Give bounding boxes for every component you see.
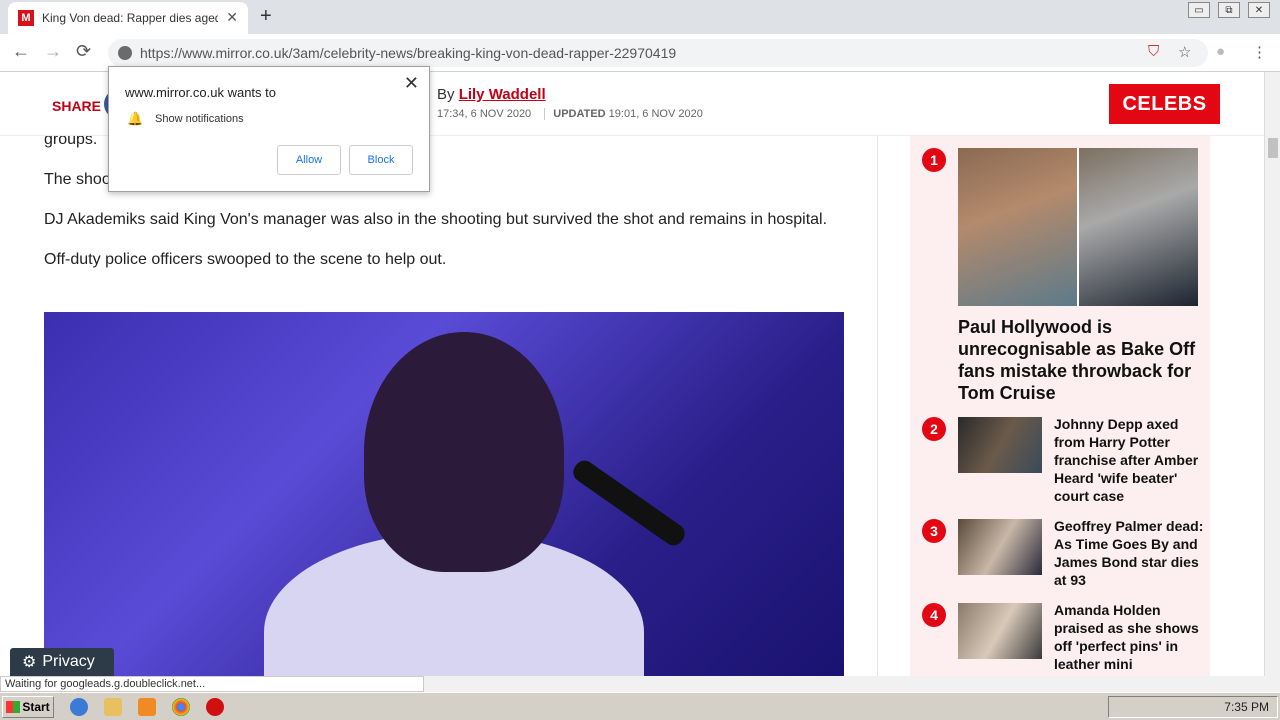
system-tray: 7:35 PM	[1108, 696, 1278, 718]
trending-image[interactable]	[958, 148, 1198, 306]
rank-badge: 2	[922, 417, 946, 441]
new-tab-icon[interactable]: +	[260, 5, 272, 28]
media-player-icon[interactable]	[138, 698, 156, 716]
by-label: By	[437, 86, 455, 103]
trending-thumb[interactable]	[958, 417, 1042, 473]
privacy-label: Privacy	[42, 653, 95, 670]
share-label: SHARE	[52, 98, 102, 114]
close-icon[interactable]: ✕	[404, 73, 419, 94]
menu-icon[interactable]: ⋮	[1252, 43, 1267, 61]
trending-item[interactable]: Johnny Depp axed from Harry Potter franc…	[958, 416, 1208, 504]
tab-strip: M King Von dead: Rapper dies aged 26 ✕ +…	[0, 0, 1280, 34]
article-paragraph: Off-duty police officers swooped to the …	[44, 251, 447, 268]
start-label: Start	[22, 700, 50, 714]
windows-logo-icon	[6, 701, 21, 713]
gear-icon: ⚙	[22, 654, 37, 671]
url-prefix: https://www.mirror.co.uk	[140, 45, 289, 61]
url-path: /3am/celebrity-news/breaking-king-von-de…	[288, 45, 677, 61]
permission-text: Show notifications	[155, 113, 244, 125]
article-paragraph: DJ Akademiks said King Von's manager was…	[44, 211, 828, 228]
rank-badge: 1	[922, 148, 946, 172]
dateline: 17:34, 6 NOV 2020 UPDATED 19:01, 6 NOV 2…	[437, 108, 703, 120]
trending-headline[interactable]: Paul Hollywood is unrecognisable as Bake…	[958, 316, 1198, 404]
author-link[interactable]: Lily Waddell	[459, 86, 546, 103]
tab-close-icon[interactable]: ✕	[226, 9, 238, 26]
published-date: 17:34, 6 NOV 2020	[437, 108, 532, 120]
updated-label: UPDATED	[544, 108, 606, 120]
notification-permission-dialog: www.mirror.co.uk wants to ✕ 🔔 Show notif…	[108, 66, 430, 192]
trending-thumb[interactable]	[958, 519, 1042, 575]
vertical-scrollbar[interactable]	[1264, 72, 1280, 676]
back-icon[interactable]: ←	[12, 41, 30, 62]
privacy-button[interactable]: ⚙ Privacy	[10, 648, 114, 676]
article-hero-image[interactable]	[44, 312, 844, 676]
tab-title: King Von dead: Rapper dies aged 26	[42, 11, 218, 25]
windows-taskbar: Start 7:35 PM	[0, 692, 1280, 720]
dialog-title: www.mirror.co.uk wants to	[125, 85, 276, 100]
trending-thumb[interactable]	[958, 603, 1042, 659]
trending-item[interactable]: Amanda Holden praised as she shows off '…	[958, 602, 1208, 672]
restore-button[interactable]: ⧉	[1218, 2, 1240, 18]
trending-headline[interactable]: Johnny Depp axed from Harry Potter franc…	[1054, 415, 1204, 505]
browser-tab[interactable]: M King Von dead: Rapper dies aged 26 ✕	[8, 2, 248, 34]
bookmark-star-icon[interactable]: ☆	[1178, 43, 1191, 61]
opera-icon[interactable]	[206, 698, 224, 716]
section-celebs-button[interactable]: CELEBS	[1109, 84, 1220, 124]
trending-item[interactable]: Geoffrey Palmer dead: As Time Goes By an…	[958, 518, 1208, 588]
updated-date: 19:01, 6 NOV 2020	[608, 108, 703, 120]
block-button[interactable]: Block	[349, 145, 413, 175]
close-window-button[interactable]: ✕	[1248, 2, 1270, 18]
forward-icon[interactable]: →	[44, 41, 62, 62]
shield-icon[interactable]: ⛉	[1148, 43, 1159, 60]
bell-icon: 🔔	[127, 111, 144, 126]
rank-badge: 3	[922, 519, 946, 543]
status-bar: Waiting for googleads.g.doubleclick.net.…	[0, 676, 424, 692]
trending-headline[interactable]: Geoffrey Palmer dead: As Time Goes By an…	[1054, 517, 1204, 589]
window-controls: ▭ ⧉ ✕	[1188, 2, 1270, 18]
url-text[interactable]: https://www.mirror.co.uk/3am/celebrity-n…	[140, 45, 676, 61]
profile-icon[interactable]: ●	[1216, 43, 1225, 60]
address-bar[interactable]: https://www.mirror.co.uk/3am/celebrity-n…	[108, 39, 1208, 67]
start-button[interactable]: Start	[2, 696, 54, 718]
horizontal-scrollbar[interactable]	[424, 676, 1280, 692]
trending-headline[interactable]: Amanda Holden praised as she shows off '…	[1054, 601, 1204, 673]
folder-icon[interactable]	[104, 698, 122, 716]
ie-icon[interactable]	[70, 698, 88, 716]
trending-sidebar: 1 Paul Hollywood is unrecognisable as Ba…	[910, 136, 1210, 676]
byline: By Lily Waddell	[437, 86, 546, 103]
minimize-button[interactable]: ▭	[1188, 2, 1210, 18]
lock-icon[interactable]	[118, 46, 132, 60]
mirror-favicon-icon: M	[18, 10, 34, 26]
scrollbar-thumb[interactable]	[1268, 138, 1278, 158]
reload-icon[interactable]: ⟳	[76, 41, 91, 62]
chrome-icon[interactable]	[172, 698, 190, 716]
allow-button[interactable]: Allow	[277, 145, 341, 175]
clock[interactable]: 7:35 PM	[1224, 700, 1269, 714]
rank-badge: 4	[922, 603, 946, 627]
